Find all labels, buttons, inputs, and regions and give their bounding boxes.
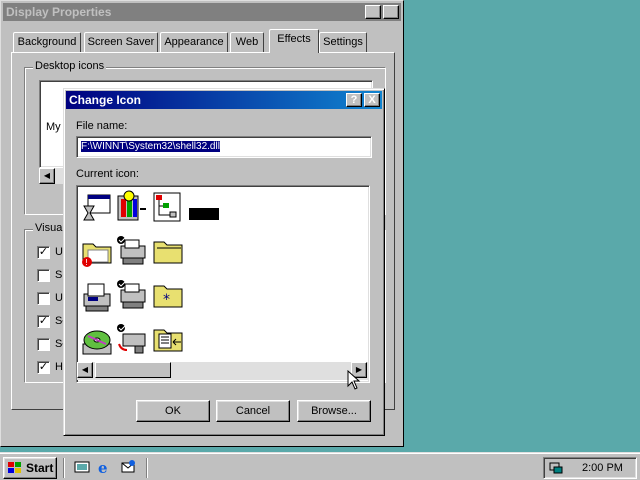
dialog-titlebar[interactable]: Change Icon ? X — [66, 91, 382, 109]
tab-web[interactable]: Web — [230, 32, 264, 52]
visual-option-checkbox-1[interactable]: ✓ — [37, 246, 50, 259]
tab-effects[interactable]: Effects — [269, 29, 319, 53]
hourglass-window-icon[interactable] — [80, 192, 114, 226]
help-button[interactable]: ? — [346, 93, 362, 107]
system-tray: 2:00 PM — [543, 457, 637, 479]
tab-background[interactable]: Background — [13, 32, 81, 52]
cancel-button[interactable]: Cancel — [216, 400, 290, 422]
fax-printer-icon[interactable] — [80, 280, 114, 314]
start-label: Start — [26, 461, 54, 475]
shared-printer-2-icon[interactable] — [115, 278, 149, 312]
printer-network-icon[interactable] — [115, 322, 149, 356]
icon-list[interactable]: ! * ◀ ▶ — [76, 185, 370, 383]
taskbar-separator — [63, 458, 65, 478]
show-desktop-icon[interactable] — [74, 459, 90, 475]
clock[interactable]: 2:00 PM — [582, 462, 623, 474]
browse-button[interactable]: Browse... — [297, 400, 371, 422]
visual-option-checkbox-2[interactable] — [37, 269, 50, 282]
visual-effects-group-label: Visua — [33, 222, 65, 234]
taskbar: Start e 2:00 PM — [0, 452, 640, 480]
taskbar-separator — [146, 458, 148, 478]
help-button[interactable]: ? — [365, 5, 381, 19]
dialog-title: Change Icon — [69, 93, 142, 107]
control-panel-icon[interactable] — [115, 190, 149, 224]
visual-option-checkbox-6[interactable]: ✓ — [37, 361, 50, 374]
visual-option-label-6: H — [55, 361, 63, 373]
windows-logo-icon — [8, 462, 21, 473]
svg-text:!: ! — [85, 258, 88, 267]
visual-option-checkbox-3[interactable] — [37, 292, 50, 305]
cd-drive-icon[interactable] — [80, 324, 114, 358]
black-rectangle-icon[interactable] — [187, 196, 221, 230]
file-name-label: File name: — [76, 120, 128, 132]
change-icon-dialog: Change Icon ? X File name: F:\WINNT\Syst… — [63, 88, 385, 436]
svg-text:e: e — [98, 459, 108, 475]
visual-option-label-3: U — [55, 292, 63, 304]
tab-settings[interactable]: Settings — [319, 32, 367, 52]
file-name-value: F:\WINNT\System32\shell32.dll — [81, 141, 220, 152]
scrollbar-thumb[interactable] — [95, 362, 171, 378]
visual-option-label-1: U — [55, 246, 63, 258]
scroll-left-arrow-icon[interactable]: ◀ — [77, 362, 93, 378]
ok-button[interactable]: OK — [136, 400, 210, 422]
close-button[interactable]: X — [383, 5, 399, 19]
folder-star-icon[interactable]: * — [151, 278, 185, 312]
internet-explorer-icon[interactable]: e — [97, 459, 113, 475]
visual-option-checkbox-5[interactable] — [37, 338, 50, 351]
desktop-icons-group-label: Desktop icons — [33, 60, 107, 72]
folder-open-icon[interactable] — [151, 234, 185, 268]
tab-appearance[interactable]: Appearance — [160, 32, 228, 52]
folder-list-icon[interactable] — [151, 322, 185, 356]
close-button[interactable]: X — [364, 93, 380, 107]
file-name-input[interactable]: F:\WINNT\System32\shell32.dll — [76, 136, 372, 158]
mouse-cursor-icon — [347, 370, 361, 390]
shared-folder-error-icon[interactable]: ! — [80, 236, 114, 270]
outlook-express-icon[interactable] — [120, 459, 136, 475]
svg-text:*: * — [163, 292, 170, 308]
tab-screen-saver[interactable]: Screen Saver — [84, 32, 158, 52]
visual-option-checkbox-4[interactable]: ✓ — [37, 315, 50, 328]
window-title: Display Properties — [6, 5, 112, 19]
window-titlebar[interactable]: Display Properties ? X — [3, 3, 401, 21]
shared-printer-icon[interactable] — [115, 234, 149, 268]
network-tree-icon[interactable] — [151, 190, 185, 224]
current-icon-label: Current icon: — [76, 168, 139, 180]
network-tray-icon[interactable] — [548, 460, 564, 476]
scroll-left-arrow-icon[interactable]: ◀ — [39, 168, 55, 184]
icon-list-scrollbar[interactable]: ◀ ▶ — [77, 362, 369, 380]
start-button[interactable]: Start — [3, 457, 57, 479]
